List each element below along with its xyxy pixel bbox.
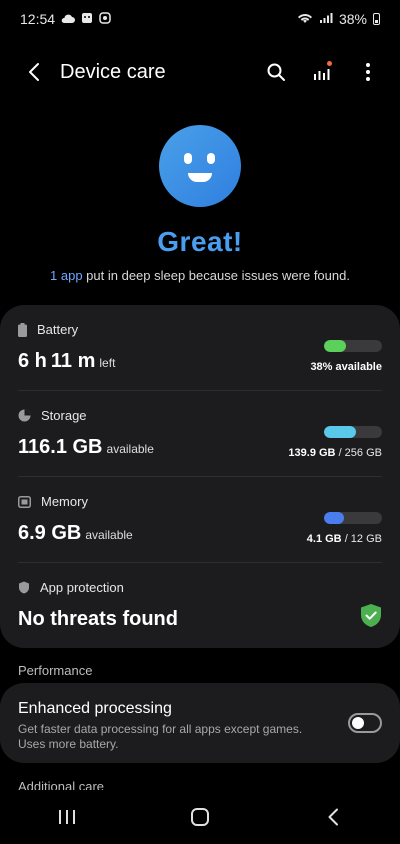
memory-value: 6.9 GB available	[18, 522, 133, 545]
battery-meter-fill	[324, 340, 347, 352]
storage-suffix: available	[106, 442, 154, 456]
more-options-button[interactable]	[356, 60, 380, 84]
status-time: 12:54	[20, 11, 56, 27]
memory-used: 4.1 GB	[306, 533, 342, 545]
memory-row[interactable]: Memory 6.9 GB available 4.1 GB / 12 GB	[0, 477, 400, 563]
battery-label: Battery	[37, 322, 79, 337]
status-headline: Great!	[157, 226, 243, 257]
memory-header: Memory	[18, 494, 88, 509]
app-protection-header: App protection	[18, 580, 124, 595]
battery-icon	[18, 322, 27, 337]
battery-row[interactable]: Battery 6 h 11 m left 38% available	[0, 305, 400, 391]
memory-meter-fill	[324, 512, 344, 524]
battery-percent: 38%	[338, 11, 367, 27]
recent-apps-button[interactable]	[47, 797, 87, 837]
memory-meter	[324, 512, 382, 524]
storage-total: / 256 GB	[335, 447, 382, 459]
storage-meter	[324, 426, 382, 438]
home-icon	[190, 808, 209, 826]
home-button[interactable]	[180, 797, 220, 837]
storage-meter-text: 139.9 GB / 256 GB	[288, 447, 382, 459]
app-header: Device care	[0, 48, 400, 96]
device-care-screen: 12:54 38% Device care Great! 1 app put i…	[0, 0, 400, 844]
screen-record-icon	[99, 11, 111, 27]
smiley-face-icon	[159, 125, 241, 207]
battery-value: 6 h 11 m left	[18, 350, 115, 373]
memory-total: / 12 GB	[341, 533, 382, 545]
system-navigation-bar	[0, 790, 400, 844]
battery-suffix: left	[99, 356, 116, 370]
signal-icon	[319, 11, 333, 27]
memory-chip-icon	[18, 495, 31, 508]
app-protection-status: No threats found	[18, 608, 178, 630]
battery-meter-text: 38% available	[310, 361, 382, 373]
storage-row[interactable]: Storage 116.1 GB available 139.9 GB / 25…	[0, 391, 400, 477]
nav-back-button[interactable]	[313, 797, 353, 837]
storage-header: Storage	[18, 408, 87, 423]
wifi-icon	[297, 11, 313, 27]
chevron-left-icon	[328, 808, 339, 826]
recent-apps-icon	[58, 810, 75, 824]
storage-available-amount: 116.1 GB	[18, 436, 103, 458]
page-title: Device care	[60, 60, 166, 83]
memory-available-amount: 6.9 GB	[18, 522, 82, 544]
memory-label: Memory	[41, 494, 88, 509]
status-bar: 12:54 38%	[0, 0, 400, 38]
enhanced-processing-card[interactable]: Enhanced processing Get faster data proc…	[0, 683, 400, 763]
cloud-icon	[61, 11, 76, 27]
notification-dot	[327, 61, 332, 66]
status-left: 12:54	[20, 11, 111, 27]
storage-meter-fill	[324, 426, 356, 438]
enhanced-processing-toggle[interactable]	[348, 713, 382, 733]
app-protection-value: No threats found	[18, 608, 178, 631]
memory-meter-text: 4.1 GB / 12 GB	[307, 533, 382, 545]
app-protection-label: App protection	[40, 580, 124, 595]
battery-minutes: 11 m	[50, 350, 96, 372]
status-subtext-body: put in deep sleep because issues were fo…	[82, 268, 350, 283]
app-protection-row[interactable]: App protection No threats found	[0, 563, 400, 648]
storage-value: 116.1 GB available	[18, 436, 154, 459]
diagnostics-button[interactable]	[310, 60, 334, 84]
shield-icon	[19, 581, 29, 594]
battery-header: Battery	[18, 322, 78, 337]
pie-chart-icon	[18, 409, 31, 422]
status-right: 38%	[297, 11, 380, 27]
deep-sleep-apps-link[interactable]: 1 app	[50, 268, 83, 283]
storage-label: Storage	[41, 408, 87, 423]
more-vertical-icon	[366, 63, 370, 81]
back-button[interactable]	[20, 58, 48, 86]
enhanced-processing-description: Get faster data processing for all apps …	[18, 722, 303, 751]
search-icon	[267, 63, 285, 81]
battery-available: 38% available	[310, 361, 382, 373]
header-actions	[264, 60, 380, 84]
app-notification-icon	[81, 11, 93, 27]
toggle-knob	[352, 717, 364, 729]
performance-section-title: Performance	[18, 663, 93, 678]
search-button[interactable]	[264, 60, 288, 84]
chevron-left-icon	[29, 63, 39, 81]
battery-hours: 6 h	[18, 350, 47, 372]
enhanced-processing-title: Enhanced processing	[18, 700, 172, 717]
battery-icon	[373, 13, 380, 25]
status-subtext: 1 app put in deep sleep because issues w…	[0, 268, 400, 283]
storage-used: 139.9 GB	[288, 447, 336, 459]
memory-suffix: available	[85, 528, 133, 542]
battery-meter	[324, 340, 382, 352]
shield-check-icon	[360, 603, 382, 633]
device-status-card: Battery 6 h 11 m left 38% available Stor…	[0, 305, 400, 648]
